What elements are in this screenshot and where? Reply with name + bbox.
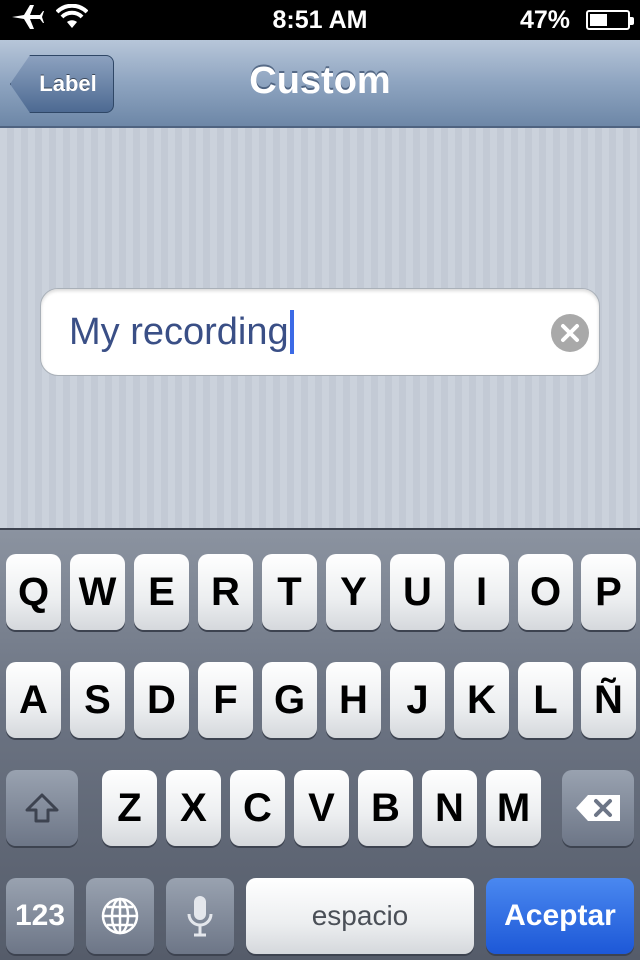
key-n-tilde[interactable]: Ñ bbox=[581, 662, 636, 738]
battery-fill bbox=[590, 14, 607, 26]
key-e[interactable]: E bbox=[134, 554, 189, 630]
key-j[interactable]: J bbox=[390, 662, 445, 738]
key-n[interactable]: N bbox=[422, 770, 477, 846]
key-t[interactable]: T bbox=[262, 554, 317, 630]
return-key[interactable]: Aceptar bbox=[486, 878, 634, 954]
key-x[interactable]: X bbox=[166, 770, 221, 846]
clear-icon[interactable] bbox=[551, 314, 589, 352]
content-area: My recording bbox=[0, 128, 640, 528]
label-text-field[interactable]: My recording bbox=[40, 288, 600, 376]
key-b[interactable]: B bbox=[358, 770, 413, 846]
key-i[interactable]: I bbox=[454, 554, 509, 630]
globe-key[interactable] bbox=[86, 878, 154, 954]
shift-icon bbox=[25, 793, 59, 823]
status-right: 47% bbox=[519, 5, 634, 35]
key-o[interactable]: O bbox=[518, 554, 573, 630]
key-c[interactable]: C bbox=[230, 770, 285, 846]
key-z[interactable]: Z bbox=[102, 770, 157, 846]
key-g[interactable]: G bbox=[262, 662, 317, 738]
key-s[interactable]: S bbox=[70, 662, 125, 738]
backspace-icon bbox=[576, 795, 620, 821]
key-p[interactable]: P bbox=[581, 554, 636, 630]
dictation-key[interactable] bbox=[166, 878, 234, 954]
text-field-value: My recording bbox=[69, 310, 289, 353]
delete-key[interactable] bbox=[562, 770, 634, 846]
status-bar: 8:51 AM 47% bbox=[0, 0, 640, 40]
keyboard: Q W E R T Y U I O P A S D F G H J K L Ñ … bbox=[0, 528, 640, 960]
key-k[interactable]: K bbox=[454, 662, 509, 738]
numbers-key[interactable]: 123 bbox=[6, 878, 74, 954]
battery-icon bbox=[586, 10, 634, 30]
space-key[interactable]: espacio bbox=[246, 878, 474, 954]
key-a[interactable]: A bbox=[6, 662, 61, 738]
shift-key[interactable] bbox=[6, 770, 78, 846]
key-y[interactable]: Y bbox=[326, 554, 381, 630]
key-q[interactable]: Q bbox=[6, 554, 61, 630]
globe-icon bbox=[101, 897, 139, 935]
text-cursor bbox=[289, 310, 294, 354]
key-l[interactable]: L bbox=[518, 662, 573, 738]
key-r[interactable]: R bbox=[198, 554, 253, 630]
status-left bbox=[10, 3, 89, 38]
key-u[interactable]: U bbox=[390, 554, 445, 630]
airplane-icon bbox=[10, 3, 44, 38]
key-d[interactable]: D bbox=[134, 662, 189, 738]
navigation-bar: Label Custom bbox=[0, 40, 640, 128]
microphone-icon bbox=[187, 896, 213, 937]
key-f[interactable]: F bbox=[198, 662, 253, 738]
key-v[interactable]: V bbox=[294, 770, 349, 846]
battery-percent: 47% bbox=[519, 5, 570, 34]
page-title: Custom bbox=[249, 60, 391, 102]
key-h[interactable]: H bbox=[326, 662, 381, 738]
key-m[interactable]: M bbox=[486, 770, 541, 846]
key-w[interactable]: W bbox=[70, 554, 125, 630]
wifi-icon bbox=[55, 3, 89, 37]
